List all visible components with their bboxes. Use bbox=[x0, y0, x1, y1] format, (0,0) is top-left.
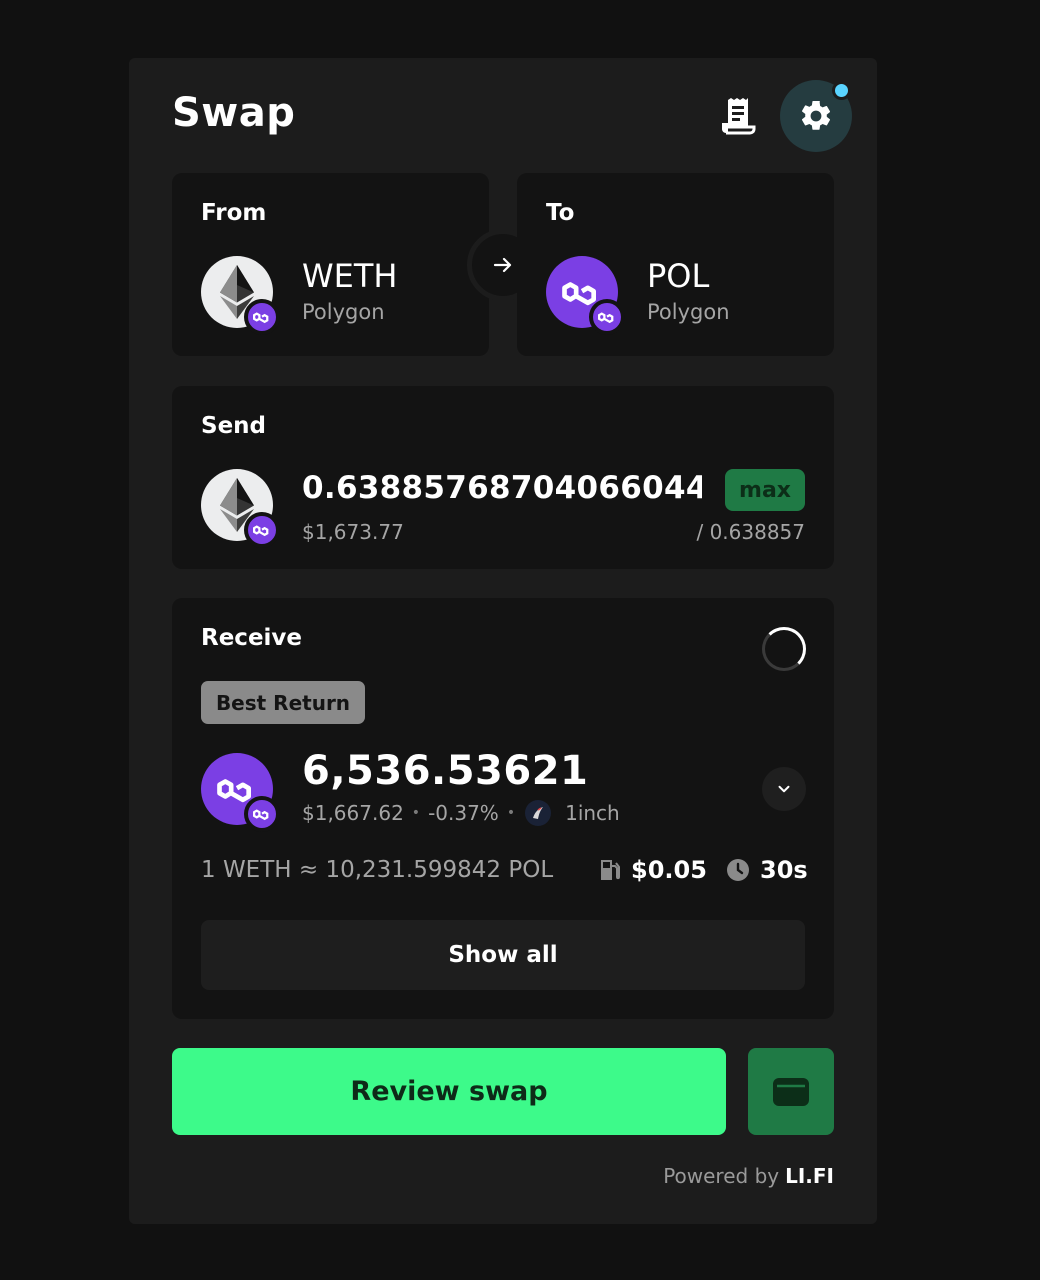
exchange-rate: 1 WETH ≈ 10,231.599842 POL bbox=[201, 857, 554, 883]
powered-by-prefix: Powered by bbox=[663, 1164, 780, 1188]
transaction-history-button[interactable] bbox=[716, 94, 760, 138]
send-usd-value: $1,673.77 bbox=[302, 520, 404, 544]
to-label: To bbox=[546, 200, 575, 226]
wallet-button[interactable] bbox=[748, 1048, 834, 1135]
from-token-symbol: WETH bbox=[302, 257, 398, 295]
receive-usd-value: $1,667.62 bbox=[302, 801, 404, 825]
send-chain-badge bbox=[244, 512, 280, 548]
best-return-badge: Best Return bbox=[201, 681, 365, 724]
receive-chain-badge bbox=[244, 796, 280, 832]
separator-dot: • bbox=[411, 805, 421, 821]
gas-fee-value: $0.05 bbox=[631, 856, 707, 884]
show-all-button[interactable]: Show all bbox=[201, 920, 805, 990]
powered-by: Powered by LI.FI bbox=[663, 1164, 834, 1188]
polygon-icon bbox=[253, 312, 269, 324]
send-balance: / 0.638857 bbox=[696, 520, 805, 544]
to-token-chain: Polygon bbox=[647, 300, 730, 324]
to-token-symbol: POL bbox=[647, 257, 710, 295]
lifi-brand-link[interactable]: LI.FI bbox=[785, 1164, 834, 1188]
clock-icon bbox=[727, 859, 749, 881]
polygon-icon bbox=[253, 525, 269, 537]
route-tool-name: 1inch bbox=[565, 801, 620, 825]
from-chain-badge bbox=[244, 299, 280, 335]
receive-meta: $1,667.62 • -0.37% • 1inch bbox=[302, 800, 620, 826]
receive-amount: 6,536.53621 bbox=[302, 748, 589, 794]
receive-label: Receive bbox=[201, 625, 303, 651]
1inch-icon bbox=[525, 800, 552, 826]
gear-icon bbox=[801, 100, 831, 130]
polygon-icon bbox=[253, 809, 269, 821]
wallet-icon bbox=[773, 1077, 809, 1106]
gas-pump-icon bbox=[601, 860, 620, 880]
price-impact: -0.37% bbox=[428, 801, 499, 825]
expand-route-button[interactable] bbox=[762, 767, 806, 811]
page-title: Swap bbox=[172, 90, 296, 136]
from-token-chain: Polygon bbox=[302, 300, 385, 324]
send-label: Send bbox=[201, 413, 267, 439]
gas-fee: $0.05 bbox=[599, 856, 707, 884]
to-chain-badge bbox=[589, 299, 625, 335]
arrow-right-icon bbox=[493, 257, 512, 273]
separator-dot: • bbox=[506, 805, 516, 821]
send-amount-input[interactable] bbox=[302, 470, 702, 506]
max-button[interactable]: max bbox=[725, 469, 805, 511]
refresh-spinner-icon[interactable] bbox=[762, 627, 806, 671]
execution-time: 30s bbox=[726, 856, 808, 884]
chevron-down-icon bbox=[778, 785, 790, 793]
polygon-icon bbox=[598, 312, 614, 324]
from-label: From bbox=[201, 200, 267, 226]
execution-time-value: 30s bbox=[760, 856, 808, 884]
receipt-icon bbox=[722, 98, 756, 135]
review-swap-button[interactable]: Review swap bbox=[172, 1048, 726, 1135]
notification-dot bbox=[832, 81, 851, 100]
